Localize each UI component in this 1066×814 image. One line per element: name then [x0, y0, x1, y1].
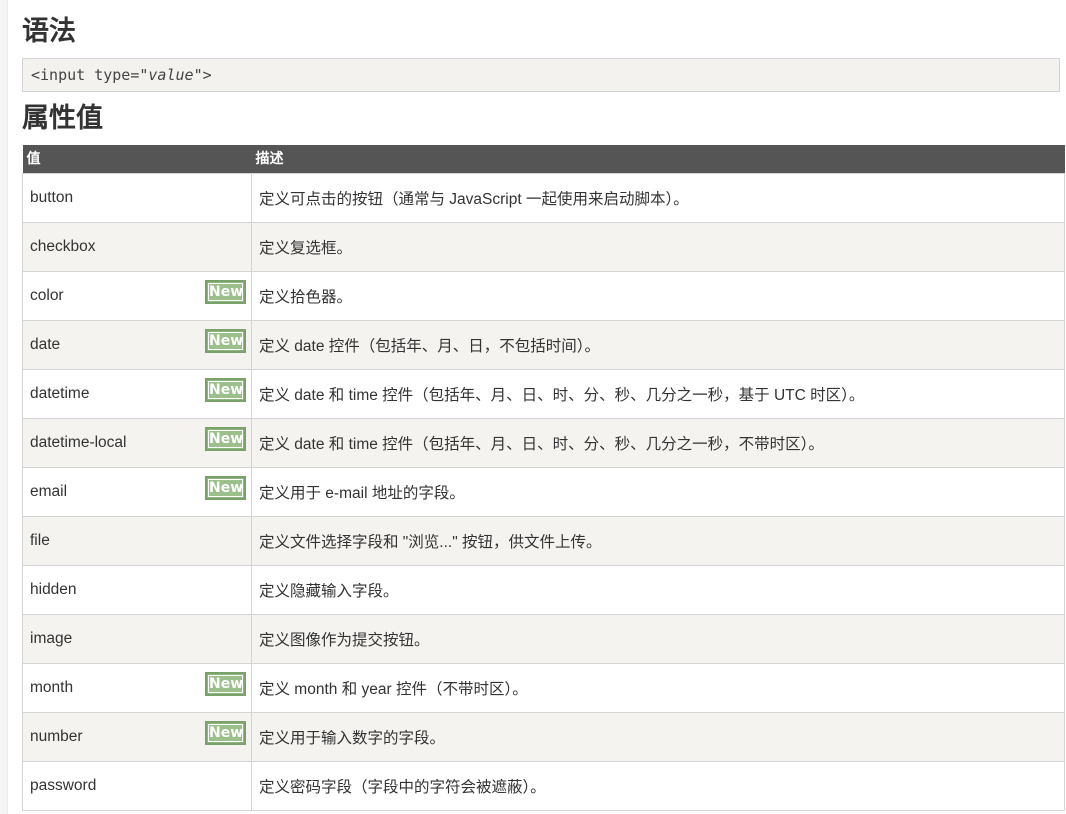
table-row: color New 定义拾色器。 — [22, 271, 1065, 321]
attribute-values-table: 值 描述 button 定义可点击的按钮（通常与 JavaScript 一起使用来… — [22, 145, 1065, 811]
table-row: datetime New 定义 date 和 time 控件（包括年、月、日、时、分… — [22, 369, 1065, 419]
description-cell: 定义 date 和 time 控件（包括年、月、日、时、分、秒、几分之一秒，不带… — [251, 418, 1065, 468]
table-row: date New 定义 date 控件（包括年、月、日，不包括时间）。 — [22, 320, 1065, 370]
description-cell: 定义隐藏输入字段。 — [251, 565, 1065, 615]
value-name: button — [30, 189, 74, 206]
table-row: month New 定义 month 和 year 控件（不带时区）。 — [22, 663, 1065, 713]
new-badge: New — [205, 476, 246, 500]
value-name: datetime-local — [30, 434, 127, 451]
code-value: value — [148, 66, 194, 84]
new-badge-label: New — [208, 675, 244, 693]
value-name: image — [30, 630, 73, 647]
new-badge-label: New — [208, 332, 244, 350]
value-cell: button — [22, 173, 252, 223]
value-cell: password — [22, 761, 252, 811]
syntax-heading: 语法 — [22, 16, 76, 47]
description-cell: 定义 date 控件（包括年、月、日，不包括时间）。 — [251, 320, 1065, 370]
description-cell: 定义拾色器。 — [251, 271, 1065, 321]
value-cell: file — [22, 516, 252, 566]
value-name: file — [30, 532, 50, 549]
new-badge: New — [205, 329, 246, 353]
table-row: checkbox 定义复选框。 — [22, 222, 1065, 272]
new-badge: New — [205, 280, 246, 304]
new-badge-label: New — [208, 724, 244, 742]
value-name: hidden — [30, 581, 77, 598]
value-cell: checkbox — [22, 222, 252, 272]
table-row: image 定义图像作为提交按钮。 — [22, 614, 1065, 664]
new-badge: New — [205, 721, 246, 745]
column-header-value: 值 — [22, 145, 252, 174]
value-name: color — [30, 287, 64, 304]
value-name: date — [30, 336, 61, 353]
table-row: number New 定义用于输入数字的字段。 — [22, 712, 1065, 762]
description-cell: 定义复选框。 — [251, 222, 1065, 272]
new-badge-label: New — [208, 479, 244, 497]
value-cell: color New — [22, 271, 252, 321]
description-cell: 定义可点击的按钮（通常与 JavaScript 一起使用来启动脚本）。 — [251, 173, 1065, 223]
code-prefix: <input type=" — [31, 66, 149, 84]
value-cell: image — [22, 614, 252, 664]
description-cell: 定义图像作为提交按钮。 — [251, 614, 1065, 664]
description-cell: 定义用于 e-mail 地址的字段。 — [251, 467, 1065, 517]
value-name: datetime — [30, 385, 90, 402]
code-suffix: "> — [193, 66, 212, 84]
new-badge: New — [205, 427, 246, 451]
column-header-description: 描述 — [251, 145, 1065, 174]
value-cell: email New — [22, 467, 252, 517]
value-name: checkbox — [30, 238, 96, 255]
new-badge: New — [205, 672, 246, 696]
table-row: file 定义文件选择字段和 "浏览..." 按钮，供文件上传。 — [22, 516, 1065, 566]
value-cell: month New — [22, 663, 252, 713]
table-row: button 定义可点击的按钮（通常与 JavaScript 一起使用来启动脚本）… — [22, 173, 1065, 223]
description-cell: 定义文件选择字段和 "浏览..." 按钮，供文件上传。 — [251, 516, 1065, 566]
value-cell: hidden — [22, 565, 252, 615]
value-cell: date New — [22, 320, 252, 370]
value-name: month — [30, 679, 74, 696]
value-cell: number New — [22, 712, 252, 762]
left-rail — [0, 0, 8, 814]
new-badge-label: New — [208, 381, 244, 399]
table-row: email New 定义用于 e-mail 地址的字段。 — [22, 467, 1065, 517]
main-content: 语法 <input type="value"> 属性值 值 描述 button 定… — [22, 0, 1065, 811]
new-badge: New — [205, 378, 246, 402]
value-name: email — [30, 483, 68, 500]
table-row: datetime-local New 定义 date 和 time 控件（包括年、月… — [22, 418, 1065, 468]
value-cell: datetime New — [22, 369, 252, 419]
description-cell: 定义密码字段（字段中的字符会被遮蔽）。 — [251, 761, 1065, 811]
table-header-row: 值 描述 — [22, 145, 1065, 174]
description-cell: 定义 month 和 year 控件（不带时区）。 — [251, 663, 1065, 713]
new-badge-label: New — [208, 430, 244, 448]
description-cell: 定义用于输入数字的字段。 — [251, 712, 1065, 762]
new-badge-label: New — [208, 283, 244, 301]
description-cell: 定义 date 和 time 控件（包括年、月、日、时、分、秒、几分之一秒，基于… — [251, 369, 1065, 419]
value-name: password — [30, 777, 97, 794]
value-cell: datetime-local New — [22, 418, 252, 468]
table-row: password 定义密码字段（字段中的字符会被遮蔽）。 — [22, 761, 1065, 811]
table-row: hidden 定义隐藏输入字段。 — [22, 565, 1065, 615]
value-name: number — [30, 728, 83, 745]
syntax-code-block: <input type="value"> — [22, 58, 1060, 92]
attributes-heading: 属性值 — [22, 103, 103, 134]
